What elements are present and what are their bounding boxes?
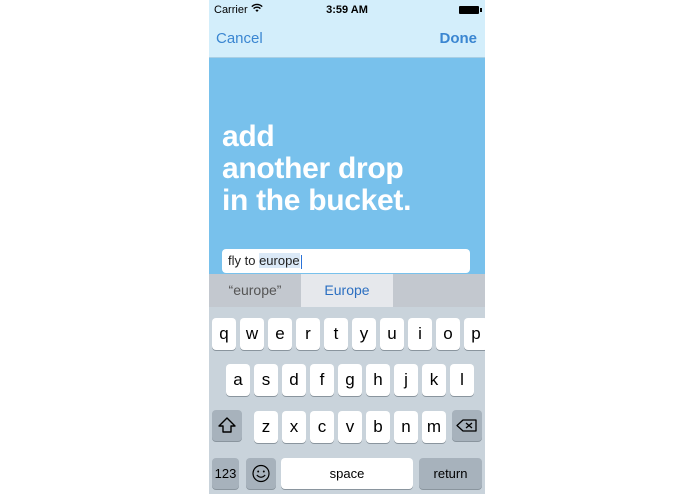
key-a[interactable]: a [226,364,250,396]
keyboard: 123 space return qwe r t yu i op asd f gh j k l zxcv… [209,307,485,494]
suggestion-europe[interactable]: Europe [301,274,393,307]
status-time: 3:59 AM [326,4,368,16]
key-l[interactable]: l [450,364,474,396]
key-label: s [261,370,271,389]
key-label: p [471,324,481,343]
key-label: k [429,370,439,389]
emoji-icon [252,464,270,483]
key-z[interactable]: z [254,411,278,443]
key-c[interactable]: c [310,411,334,443]
key-label: b [373,417,383,436]
key-label: z [261,417,271,436]
numbers-key-label: 123 [214,466,237,481]
key-label: q [219,324,229,343]
key-label: m [426,417,442,436]
headline: add another drop in the bucket. [222,121,482,217]
key-label: r [305,324,311,343]
key-b[interactable]: b [366,411,390,443]
key-f[interactable]: f [310,364,334,396]
numbers-key[interactable]: 123 [212,458,239,489]
key-label: t [333,324,339,343]
key-label: y [359,324,369,343]
key-n[interactable]: n [394,411,418,443]
delete-icon [456,419,477,432]
key-label: a [233,370,243,389]
key-label: l [460,370,464,389]
key-e[interactable]: e [268,318,292,350]
key-g[interactable]: g [338,364,362,396]
return-key-label: return [433,466,468,481]
key-label: i [418,324,422,343]
key-label: c [317,417,327,436]
emoji-key[interactable] [246,458,276,489]
text-caret [300,254,302,269]
space-key-label: space [329,466,365,481]
key-label: j [404,370,408,389]
return-key[interactable]: return [419,458,482,489]
key-label: h [373,370,383,389]
key-label: u [387,324,397,343]
done-button[interactable]: Done [440,30,478,47]
suggestion-typed[interactable]: “europe” [209,274,301,307]
predictive-bar: “europe” Europe [209,274,485,307]
key-k[interactable]: k [422,364,446,396]
key-label: x [289,417,299,436]
key-label: w [245,324,259,343]
key-h[interactable]: h [366,364,390,396]
key-label: n [401,417,411,436]
space-key[interactable]: space [281,458,413,489]
key-label: v [345,417,355,436]
headline-line-3: in the bucket. [222,184,412,217]
key-x[interactable]: x [282,411,306,443]
shift-key[interactable] [212,410,242,441]
key-v[interactable]: v [338,411,362,443]
headline-line-2: another drop [222,152,404,185]
key-d[interactable]: d [282,364,306,396]
headline-line-1: add [222,120,275,153]
key-r[interactable]: r [296,318,320,350]
battery-icon [459,6,482,14]
key-label: e [275,324,285,343]
navigation-bar: Cancel Done [209,20,485,58]
goal-text-prefix: fly to [228,253,260,268]
key-o[interactable]: o [436,318,460,350]
key-label: g [345,370,355,389]
status-bar: Carrier 3:59 AM [209,0,485,20]
shift-icon [218,417,236,433]
goal-text-field[interactable]: fly to europe [222,249,470,273]
goal-marked-text: europe [259,253,300,268]
key-p[interactable]: p [464,318,485,350]
goal-text-content: fly to europe [222,253,302,269]
phone-screen: Carrier 3:59 AM Cancel Done add another … [209,0,485,494]
key-label: o [443,324,453,343]
key-u[interactable]: u [380,318,404,350]
key-y[interactable]: y [352,318,376,350]
key-label: d [289,370,299,389]
key-label: f [319,370,325,389]
key-t[interactable]: t [324,318,348,350]
suggestion-empty[interactable] [393,274,485,307]
cancel-button[interactable]: Cancel [216,30,263,47]
delete-key[interactable] [452,410,482,441]
key-i[interactable]: i [408,318,432,350]
key-w[interactable]: w [240,318,264,350]
key-m[interactable]: m [422,411,446,443]
key-j[interactable]: j [394,364,418,396]
key-q[interactable]: q [212,318,236,350]
key-s[interactable]: s [254,364,278,396]
